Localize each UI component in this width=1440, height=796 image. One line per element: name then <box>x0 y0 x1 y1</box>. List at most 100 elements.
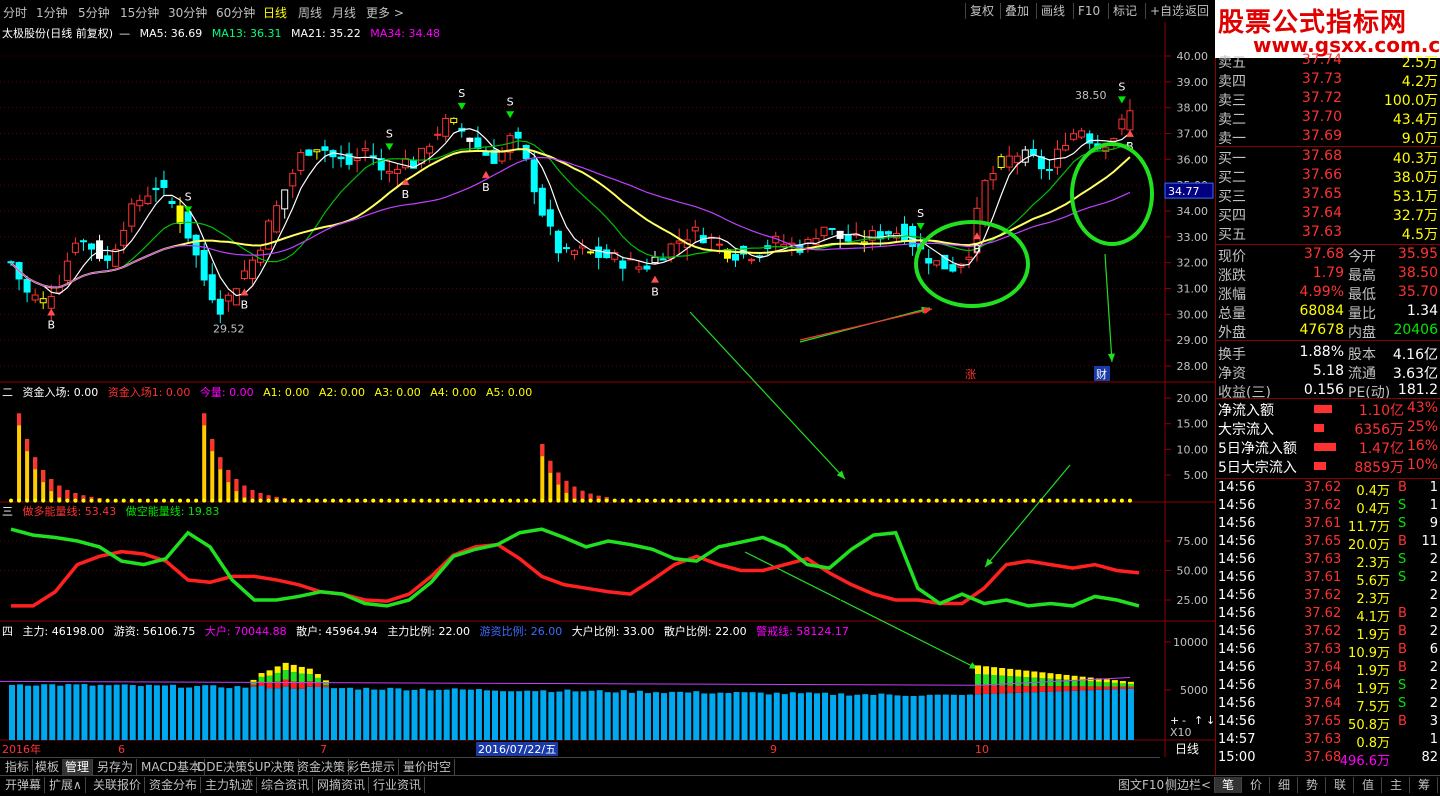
side-tab[interactable]: 细 <box>1271 777 1298 793</box>
period-tab[interactable]: 5分钟 <box>78 4 110 21</box>
side-tab[interactable]: 筹 <box>1411 777 1438 793</box>
scroll-control[interactable]: + <box>1170 714 1179 727</box>
tick-side: S <box>1398 696 1407 711</box>
fund-entry-dot <box>966 498 971 503</box>
feature-tab[interactable]: 资金分布 <box>146 777 202 793</box>
fund-entry-dot <box>475 498 480 503</box>
hot-money-bar <box>1007 676 1014 686</box>
fund-entry-dot <box>733 498 738 503</box>
sidebar-toggle[interactable]: 侧边栏< <box>1162 777 1216 793</box>
feature-tab[interactable]: 综合资讯 <box>258 777 314 793</box>
fund-entry-dot <box>709 498 714 503</box>
feature-tab[interactable]: 开弹幕 <box>2 777 46 793</box>
feature-tab[interactable]: 行业资讯 <box>370 777 426 793</box>
candle-body <box>1126 110 1134 131</box>
bid-row[interactable]: 买四 37.64 32.7万 <box>1218 205 1440 224</box>
side-tab[interactable]: 笔 <box>1215 777 1242 793</box>
feature-tab[interactable]: 扩展∧ <box>46 777 86 793</box>
toolbar-button[interactable]: 画线 <box>1036 3 1069 19</box>
retail-bar <box>548 692 555 740</box>
period-tab[interactable]: 周线 <box>298 4 322 21</box>
period-tab[interactable]: 60分钟 <box>216 4 255 21</box>
side-tab[interactable]: 价 <box>1243 777 1270 793</box>
ask-row[interactable]: 卖二 37.70 43.4万 <box>1218 109 1440 128</box>
bid-row[interactable]: 买三 37.65 53.1万 <box>1218 186 1440 205</box>
feature-tab[interactable]: 关联报价 <box>90 777 146 793</box>
fund-entry-dot <box>1031 498 1036 503</box>
tick-price: 37.61 <box>1304 570 1342 585</box>
retail-bar <box>403 690 410 740</box>
indicator-tab[interactable]: 资金决策 <box>294 759 350 775</box>
stat-value: 3.63亿 <box>1392 366 1438 382</box>
side-tab[interactable]: 联 <box>1327 777 1354 793</box>
fund-entry-dot <box>846 498 851 503</box>
tick-volume: 4.1万 <box>1356 610 1390 625</box>
indicator-tab[interactable]: SUP决策 <box>244 759 299 775</box>
side-tab[interactable]: 势 <box>1299 777 1326 793</box>
toolbar-button[interactable]: 复权 <box>965 3 998 19</box>
scroll-control[interactable]: - <box>1182 714 1186 727</box>
flow-percent: 10% <box>1406 457 1438 473</box>
candle-body <box>1078 130 1086 138</box>
bid-price: 37.65 <box>1301 186 1342 202</box>
fund-entry-dot <box>540 498 545 503</box>
indicator-tab[interactable]: 模板 <box>32 759 64 775</box>
retail-bar <box>854 694 861 740</box>
bid-row[interactable]: 买一 37.68 40.3万 <box>1218 148 1440 167</box>
stat-label: 净资 <box>1218 366 1246 382</box>
candle-body <box>224 294 232 302</box>
fund-entry-dot <box>999 498 1004 503</box>
ask-row[interactable]: 卖一 37.69 9.0万 <box>1218 128 1440 147</box>
period-tab[interactable]: 30分钟 <box>168 4 207 21</box>
indicator-tab[interactable]: 指标 <box>2 759 34 775</box>
retail-bar <box>926 694 933 740</box>
period-tab[interactable]: 日线 <box>263 4 287 21</box>
indicator-tab[interactable]: 另存为 <box>94 759 138 775</box>
f10-tab[interactable]: 图文F10 <box>1115 777 1169 793</box>
indicator-tab[interactable]: 管理 <box>62 759 94 775</box>
toolbar-button[interactable]: 返回 <box>1180 3 1213 19</box>
indicator-tab[interactable]: DDE决策 <box>194 759 252 775</box>
period-tab[interactable]: 分时 <box>3 4 27 21</box>
stat-label: 最低 <box>1348 287 1376 303</box>
indicator-tab[interactable]: 量价时空 <box>400 759 456 775</box>
flow-label: 大宗流入 <box>1218 422 1274 438</box>
tick-row: 14:56 37.63 10.9万 B 6 <box>1218 642 1440 661</box>
tick-time: 14:56 <box>1218 624 1256 639</box>
side-tab[interactable]: 值 <box>1355 777 1382 793</box>
period-tab[interactable]: 月线 <box>332 4 356 21</box>
tick-volume: 50.8万 <box>1348 718 1390 733</box>
ask-row[interactable]: 卖四 37.73 4.2万 <box>1218 71 1440 90</box>
retail-bar <box>765 694 772 740</box>
toolbar-button[interactable]: 标记 <box>1108 3 1141 19</box>
retail-bar <box>596 690 603 740</box>
feature-tab[interactable]: 网摘资讯 <box>314 777 370 793</box>
period-tab[interactable]: 更多 > <box>366 4 404 21</box>
ask-row[interactable]: 卖五 37.74 2.5万 <box>1218 52 1440 71</box>
stat-label: PE(动) <box>1348 385 1391 401</box>
fund-entry-dot <box>363 498 368 503</box>
period-tab[interactable]: 15分钟 <box>120 4 159 21</box>
tick-row: 14:56 37.63 2.3万 S 2 <box>1218 552 1440 571</box>
sell-signal-label: S <box>917 207 924 220</box>
main-force-bar <box>1015 685 1022 693</box>
retail-bar <box>9 684 15 740</box>
low-price-label: 29.52 <box>213 323 245 336</box>
price-axis-label: 34.00 <box>1177 205 1209 218</box>
retail-bar <box>1127 688 1134 740</box>
scroll-control[interactable]: ↓ <box>1206 714 1215 727</box>
feature-tab[interactable]: 主力轨迹 <box>202 777 258 793</box>
large-holder-bar <box>1063 674 1070 680</box>
bid-row[interactable]: 买五 37.63 4.5万 <box>1218 224 1440 243</box>
retail-bar <box>508 691 515 740</box>
period-tab[interactable]: 1分钟 <box>36 4 68 21</box>
toolbar-button[interactable]: 叠加 <box>1000 3 1033 19</box>
side-tab[interactable]: 主 <box>1383 777 1410 793</box>
bid-row[interactable]: 买二 37.66 38.0万 <box>1218 167 1440 186</box>
ask-row[interactable]: 卖三 37.72 100.0万 <box>1218 90 1440 109</box>
scroll-control[interactable]: ↑ <box>1194 714 1203 727</box>
retail-bar <box>1079 690 1086 740</box>
toolbar-button[interactable]: F10 <box>1073 3 1104 19</box>
indicator-tab[interactable]: 彩色提示 <box>344 759 400 775</box>
candle-body <box>337 156 345 160</box>
